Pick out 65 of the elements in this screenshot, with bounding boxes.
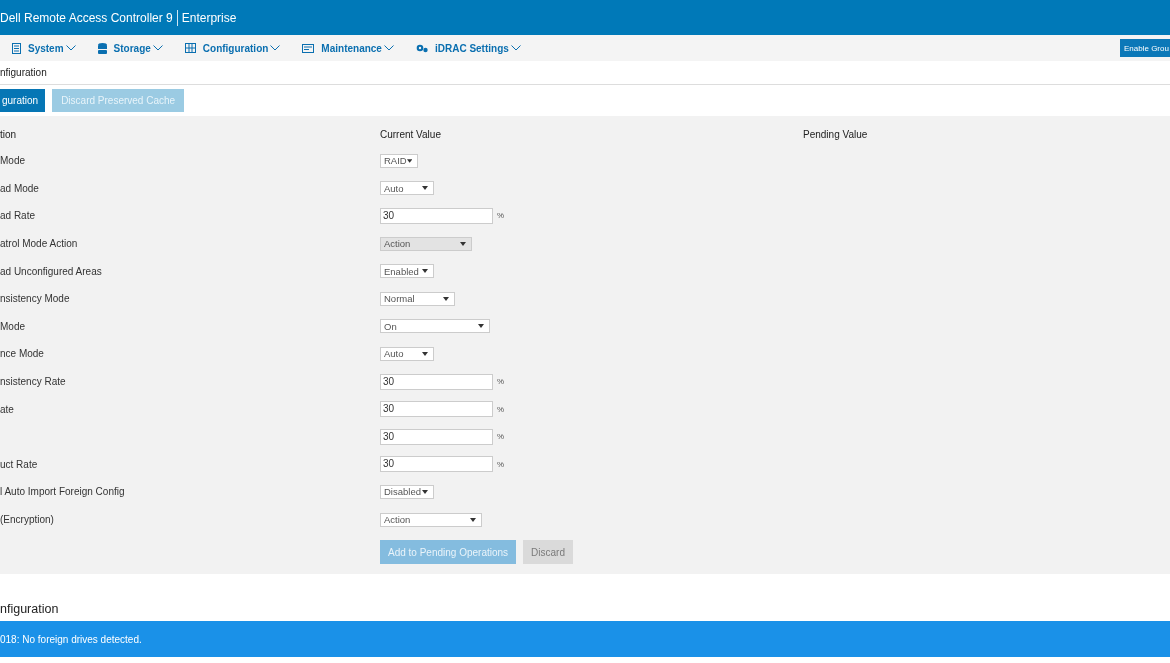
server-icon [12,42,21,54]
nav-menu-item[interactable]: iDRAC Settings [415,42,521,54]
setting-label: atrol Mode Action [0,238,78,250]
caret-icon [422,269,428,274]
dropdown[interactable]: Auto [380,346,434,361]
chevron-down-icon [270,45,281,51]
column-header: Pending Value [803,128,868,140]
caret-icon [422,351,428,356]
gears-icon [415,43,428,53]
unit-label: % [497,459,505,469]
input-field[interactable]: 30 [380,428,493,445]
setting-label: Mode [0,320,25,332]
column-header: Current Value [380,128,442,140]
setting-label: (Encryption) [0,514,54,525]
chevron-down-icon [383,45,394,51]
chevron-down-icon [152,45,163,51]
caret-icon [443,296,449,301]
dropdown[interactable]: On [380,319,490,334]
setting-label: l Auto Import Foreign Config [0,486,125,498]
grid-icon [184,43,196,53]
section-title: nfiguration [0,602,59,616]
caret-icon [460,241,466,246]
chevron-down-icon [65,45,76,51]
dropdown[interactable]: Action [380,512,482,527]
dropdown[interactable]: Disabled [380,484,434,499]
setting-label: nce Mode [0,348,44,360]
setting-label: ad Unconfigured Areas [0,265,102,277]
enable-group-button[interactable]: Enable Grou [1120,39,1170,57]
nav-menu-item[interactable]: Storage [97,42,163,54]
setting-label: nsistency Mode [0,293,70,305]
unit-label: % [497,211,505,221]
setting-label: ad Rate [0,210,36,222]
setting-label: ate [0,403,14,415]
dropdown[interactable]: Enabled [380,264,434,279]
dropdown[interactable]: RAID [380,153,418,168]
caret-icon [422,489,428,494]
monitor-icon [302,43,315,53]
column-header: tion [0,128,18,140]
input-field[interactable]: 30 [380,456,493,473]
input-field[interactable]: 30 [380,208,493,224]
app-title: Dell Remote Access Controller 9 [0,10,173,25]
caret-icon [422,186,428,191]
edition-label: Enterprise [181,10,237,25]
input-field[interactable]: 30 [380,373,493,390]
unit-label: % [497,432,505,442]
action-button[interactable]: guration [0,89,46,112]
nav-menu-item[interactable]: System [12,42,76,54]
dropdown[interactable]: Auto [380,181,434,196]
message-text: 018: No foreign drives detected. [0,633,142,645]
database-icon [97,42,107,54]
nav-menu-item[interactable]: Maintenance [302,42,394,54]
setting-label: ad Mode [0,182,39,194]
caret-icon [470,517,476,522]
unit-label: % [497,377,505,387]
dropdown[interactable]: Normal [380,291,455,306]
nav-menu-item[interactable]: Configuration [184,42,281,54]
caret-icon [478,324,484,329]
setting-label: Mode [0,155,25,167]
unit-label: % [497,404,505,414]
chevron-down-icon [510,45,521,51]
setting-label: uct Rate [0,458,38,470]
caret-icon [406,158,412,163]
setting-label: nsistency Rate [0,376,66,388]
page-title: nfiguration [0,67,47,78]
input-field[interactable]: 30 [380,401,493,418]
